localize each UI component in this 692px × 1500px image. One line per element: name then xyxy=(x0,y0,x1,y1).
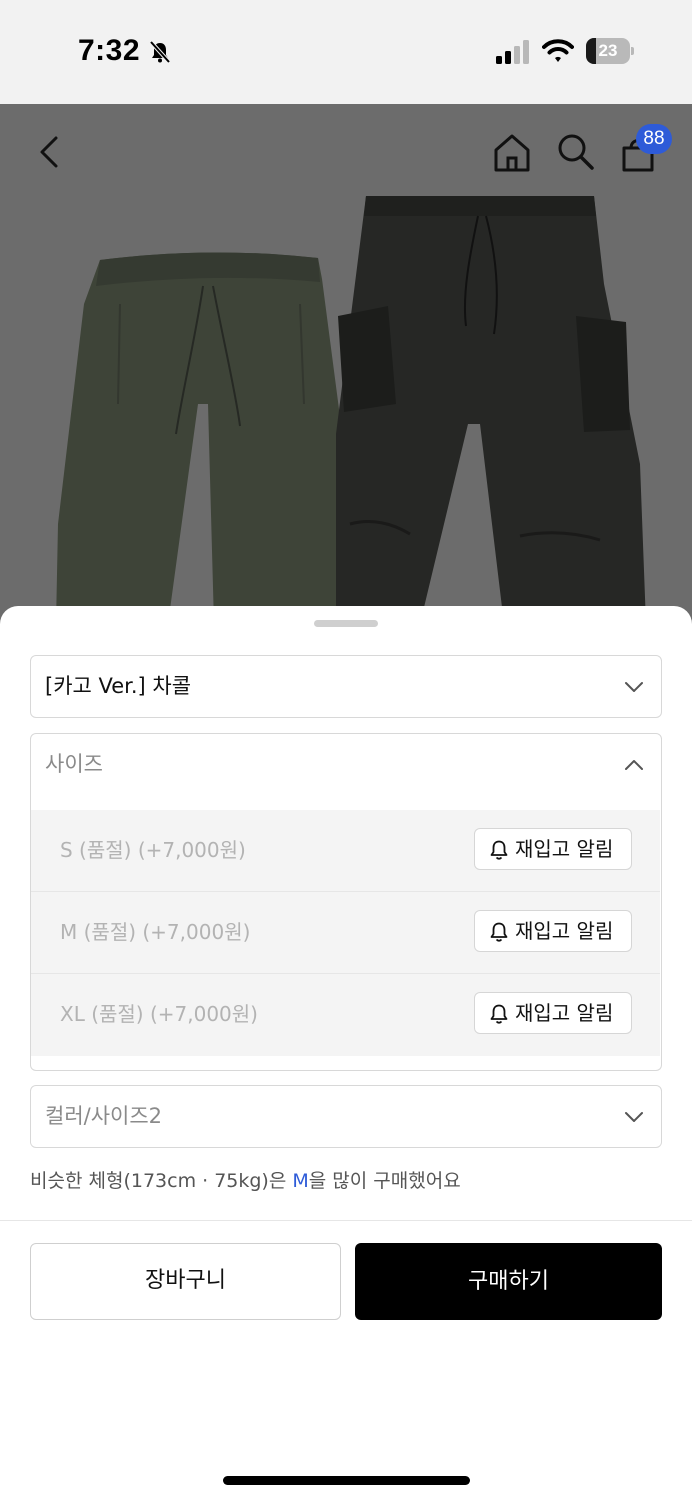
size-recommendation-text: 비슷한 체형(173cm · 75kg)은 M을 많이 구매했어요 xyxy=(30,1166,461,1193)
home-icon[interactable] xyxy=(490,130,534,174)
bell-off-icon xyxy=(149,40,171,64)
restock-alert-label: 재입고 알림 xyxy=(515,1001,614,1025)
restock-alert-button[interactable]: 재입고 알림 xyxy=(474,992,632,1034)
size-option-item[interactable]: S (품절) (+7,000원) 재입고 알림 xyxy=(31,810,660,892)
buy-now-button[interactable]: 구매하기 xyxy=(355,1243,662,1320)
cellular-signal-icon xyxy=(496,40,529,64)
chevron-down-icon xyxy=(625,1112,643,1122)
color-size2-option-select[interactable]: 컬러/사이즈2 xyxy=(30,1085,662,1148)
status-bar: 7:32 23 xyxy=(0,0,692,104)
home-indicator xyxy=(223,1476,470,1485)
size-option-list: S (품절) (+7,000원) 재입고 알림 M (품절) (+7,000원) xyxy=(30,794,662,1071)
size-option-label: S (품절) (+7,000원) xyxy=(60,838,246,862)
color-size2-placeholder: 컬러/사이즈2 xyxy=(45,1104,163,1128)
sheet-grabber[interactable] xyxy=(314,620,378,627)
bell-icon xyxy=(490,840,508,860)
recommendation-prefix: 비슷한 체형(173cm · 75kg)은 xyxy=(30,1170,293,1192)
back-icon[interactable] xyxy=(30,132,70,172)
product-image-area: 88 xyxy=(0,104,692,624)
size-option-placeholder: 사이즈 xyxy=(45,752,103,776)
size-option-label: XL (품절) (+7,000원) xyxy=(60,1002,258,1026)
chevron-down-icon xyxy=(625,682,643,692)
recommendation-suffix: 을 많이 구매했어요 xyxy=(308,1170,461,1192)
bell-icon xyxy=(490,1004,508,1024)
size-option-select[interactable]: 사이즈 xyxy=(30,733,662,796)
size-option-item[interactable]: XL (품절) (+7,000원) 재입고 알림 xyxy=(31,974,660,1056)
cart-count-badge: 88 xyxy=(636,124,672,154)
restock-alert-button[interactable]: 재입고 알림 xyxy=(474,910,632,952)
size-option-item[interactable]: M (품절) (+7,000원) 재입고 알림 xyxy=(31,892,660,974)
battery-level: 23 xyxy=(598,41,618,60)
recommended-size: M xyxy=(292,1170,309,1192)
status-time: 7:32 xyxy=(78,34,141,67)
divider xyxy=(0,1220,692,1221)
color-option-value: [카고 Ver.] 차콜 xyxy=(45,674,192,698)
size-option-label: M (품절) (+7,000원) xyxy=(60,920,251,944)
search-icon[interactable] xyxy=(554,130,598,174)
option-bottom-sheet: [카고 Ver.] 차콜 사이즈 S (품절) (+7,000원) 재입고 알림 xyxy=(0,606,692,1500)
wifi-icon xyxy=(542,39,574,62)
battery-icon: 23 xyxy=(586,38,634,64)
color-option-select[interactable]: [카고 Ver.] 차콜 xyxy=(30,655,662,718)
restock-alert-label: 재입고 알림 xyxy=(515,919,614,943)
restock-alert-label: 재입고 알림 xyxy=(515,837,614,861)
bell-icon xyxy=(490,922,508,942)
chevron-up-icon xyxy=(625,760,643,770)
product-image xyxy=(56,196,646,624)
add-to-cart-button[interactable]: 장바구니 xyxy=(30,1243,341,1320)
restock-alert-button[interactable]: 재입고 알림 xyxy=(474,828,632,870)
